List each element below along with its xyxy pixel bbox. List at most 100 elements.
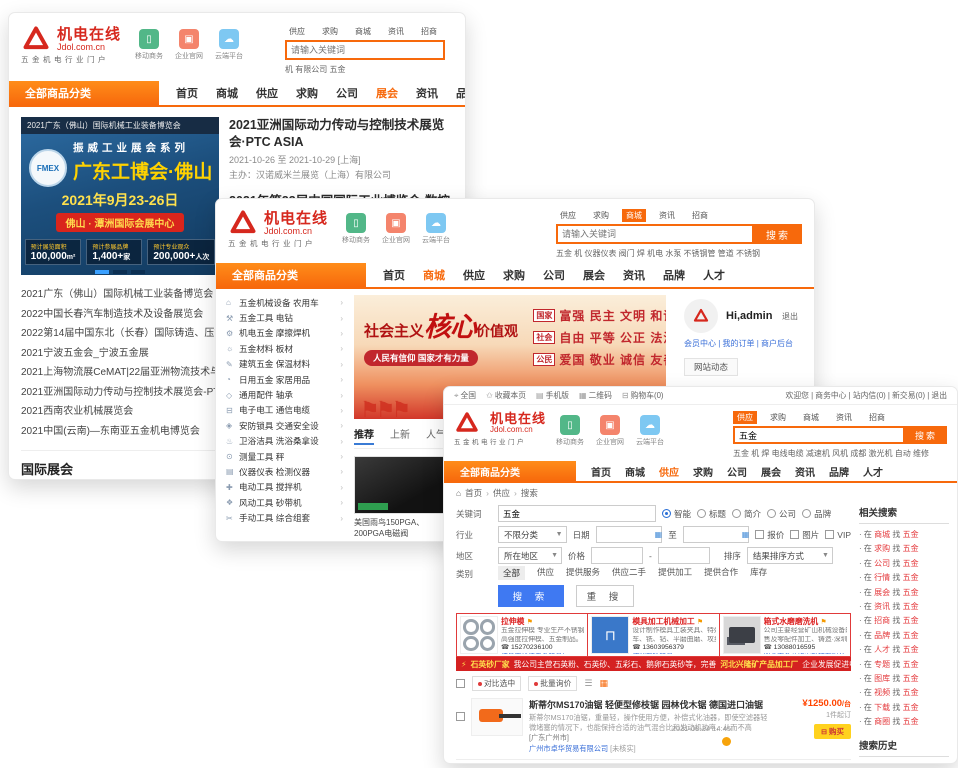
search-history-item[interactable]: · 机约827条	[859, 761, 949, 764]
breadcrumb-supply[interactable]: 供应	[493, 487, 510, 499]
nav-buy[interactable]: 求购	[287, 85, 327, 101]
nav-supply[interactable]: 供应	[652, 464, 686, 479]
all-categories-button[interactable]: 全部商品分类	[9, 81, 159, 105]
all-categories-button[interactable]: 全部商品分类	[444, 461, 576, 481]
search-button[interactable]: 搜索	[754, 224, 802, 244]
search-tab-supply[interactable]: 供应	[733, 411, 757, 424]
ad-ticker[interactable]: ⚡ 石英砂厂家 我公司主营石英粉、石英砂、五彩石、鹅卵石英砂等，完善 河北兴隆矿…	[456, 657, 851, 671]
nav-brand[interactable]: 品牌	[654, 267, 694, 283]
enterprise-site-shortcut[interactable]: ▣企业官网	[175, 29, 203, 61]
price-max-input[interactable]	[658, 547, 710, 564]
contact-icon[interactable]	[722, 737, 731, 746]
nav-supply[interactable]: 供应	[247, 85, 287, 101]
cloud-platform-shortcut[interactable]: ☁云端平台	[636, 415, 664, 447]
grid-view-icon[interactable]: ▦	[599, 678, 608, 689]
nav-news[interactable]: 资讯	[407, 85, 447, 101]
all-categories-button[interactable]: 全部商品分类	[216, 263, 366, 287]
product-card[interactable]: 美国雨鸟150PGA、200PGA电磁阀	[354, 456, 446, 539]
category-item[interactable]: ◈ 安防锁具 交通安全设 ›	[226, 418, 346, 433]
product-image[interactable]	[471, 698, 523, 736]
category-item[interactable]: ❖ 风动工具 砂带机 ›	[226, 495, 346, 510]
nav-talent[interactable]: 人才	[694, 267, 734, 283]
flag-option[interactable]: VIP	[825, 530, 851, 540]
user-links[interactable]: 会员中心 | 我的订单 | 商户后台	[684, 338, 798, 349]
related-search-item[interactable]: · 在 公司 找 五金	[859, 557, 949, 571]
related-search-item[interactable]: · 在 人才 找 五金	[859, 643, 949, 657]
enterprise-site-shortcut[interactable]: ▣企业官网	[596, 415, 624, 447]
avatar[interactable]	[684, 299, 718, 333]
category-item[interactable]: ♨ 卫浴洁具 洗浴桑拿设 ›	[226, 434, 346, 449]
category-item[interactable]: ⊙ 测量工具 秤 ›	[226, 449, 346, 464]
category-item[interactable]: ▤ 仪器仪表 检测仪器 ›	[226, 464, 346, 479]
search-tab-supply[interactable]: 供应	[285, 25, 309, 38]
compare-button[interactable]: 对比选中	[472, 676, 521, 691]
category-item[interactable]: ☼ 五金材料 板材 ›	[226, 341, 346, 356]
nav-supply[interactable]: 供应	[454, 267, 494, 283]
batch-inquiry-button[interactable]: 批量询价	[528, 676, 577, 691]
search-tab-mall[interactable]: 商城	[351, 25, 375, 38]
region-switch[interactable]: ⌖全国	[454, 390, 476, 401]
type-stock[interactable]: 库存	[750, 566, 767, 580]
category-item[interactable]: ⊟ 电子电工 通信电缆 ›	[226, 403, 346, 418]
hot-keywords[interactable]: 五金 机 仪器仪表 阀门 焊 机电 水泵 不锈钢管 管道 不锈钢	[556, 248, 802, 259]
category-item[interactable]: ✎ 建筑五金 保温材料 ›	[226, 357, 346, 372]
cart-link[interactable]: ⊟购物车(0)	[622, 390, 664, 401]
expo-list-item[interactable]: 2021广东（佛山）国际机械工业装备博览会	[21, 285, 219, 305]
match-option[interactable]: 简介	[732, 508, 761, 520]
filter-search-button[interactable]: 搜 索	[498, 585, 564, 607]
nav-home[interactable]: 首页	[584, 464, 618, 479]
date-to-input[interactable]	[683, 526, 749, 543]
price-min-input[interactable]	[591, 547, 643, 564]
flag-option[interactable]: 报价	[755, 529, 784, 541]
related-search-item[interactable]: · 在 商城 找 五金	[859, 528, 949, 542]
logout-link[interactable]: 退出	[782, 311, 798, 322]
nav-news[interactable]: 资讯	[788, 464, 822, 479]
cloud-platform-shortcut[interactable]: ☁云端平台	[215, 29, 243, 61]
search-tab-news[interactable]: 资讯	[384, 25, 408, 38]
search-tab-supply[interactable]: 供应	[556, 209, 580, 222]
type-supply[interactable]: 供应	[537, 566, 554, 580]
type-service[interactable]: 提供服务	[566, 566, 600, 580]
search-tab-mall[interactable]: 商城	[799, 411, 823, 424]
product-checkbox[interactable]	[456, 712, 465, 721]
nav-mall[interactable]: 商城	[618, 464, 652, 479]
search-tab-buy[interactable]: 求购	[589, 209, 613, 222]
nav-brand[interactable]: 品牌	[447, 85, 466, 101]
enterprise-site-shortcut[interactable]: ▣企业官网	[382, 213, 410, 245]
calendar-icon[interactable]: ▦	[655, 530, 663, 539]
flag-option[interactable]: 图片	[790, 529, 819, 541]
ad-company-link[interactable]: 瑞昌市科达五金模具厂	[501, 653, 584, 654]
search-tab-news[interactable]: 资讯	[832, 411, 856, 424]
search-input[interactable]	[733, 426, 905, 444]
hot-keywords[interactable]: 机 有限公司 五金	[285, 64, 453, 75]
nav-expo[interactable]: 展会	[367, 85, 407, 101]
qrcode-link[interactable]: ▦二维码	[579, 390, 612, 401]
nav-mall[interactable]: 商城	[207, 85, 247, 101]
nav-home[interactable]: 首页	[167, 85, 207, 101]
related-search-item[interactable]: · 在 招商 找 五金	[859, 614, 949, 628]
type-processing[interactable]: 提供加工	[658, 566, 692, 580]
nav-mall[interactable]: 商城	[414, 267, 454, 283]
carousel-dots[interactable]	[21, 270, 219, 274]
related-search-item[interactable]: · 在 展会 找 五金	[859, 586, 949, 600]
mobile-commerce-shortcut[interactable]: ▯移动商务	[556, 415, 584, 447]
expo-banner[interactable]: 2021广东（佛山）国际机械工业装备博览会 FMEX 振威工业展会系列 广东工博…	[21, 117, 219, 275]
ticker-link[interactable]: 河北兴隆矿产品加工厂	[720, 659, 798, 670]
select-all-checkbox[interactable]	[456, 679, 465, 688]
ad-item[interactable]: 拉伸模 ⚑ 五金拉伸模 专业生产不锈钢 高强度拉伸模、五金制品。 ☎ 15270…	[457, 614, 588, 656]
category-item[interactable]: ✚ 电动工具 搅拌机 ›	[226, 480, 346, 495]
search-input[interactable]	[556, 224, 754, 244]
mobile-commerce-shortcut[interactable]: ▯移动商务	[342, 213, 370, 245]
bookmark-link[interactable]: ✩收藏本页	[486, 390, 526, 401]
search-button[interactable]: 搜索	[905, 426, 947, 444]
type-cooperation[interactable]: 提供合作	[704, 566, 738, 580]
calendar-icon[interactable]: ▦	[742, 530, 750, 539]
nav-buy[interactable]: 求购	[494, 267, 534, 283]
ad-item[interactable]: 箱式水磨磨洗机 ⚑ 公司主要经营矿山机械设备的制造、销 售及零配件加工、铸造·深…	[720, 614, 850, 656]
keyword-input[interactable]	[498, 505, 656, 522]
account-links[interactable]: 欢迎您 | 商务中心 | 站内信(0) | 新交易(0) | 退出	[786, 390, 947, 401]
search-tab-invest[interactable]: 招商	[865, 411, 889, 424]
related-search-item[interactable]: · 在 资讯 找 五金	[859, 600, 949, 614]
nav-news[interactable]: 资讯	[614, 267, 654, 283]
featured-expo-title[interactable]: 2021亚洲国际动力传动与控制技术展览会·PTC ASIA	[229, 117, 453, 151]
